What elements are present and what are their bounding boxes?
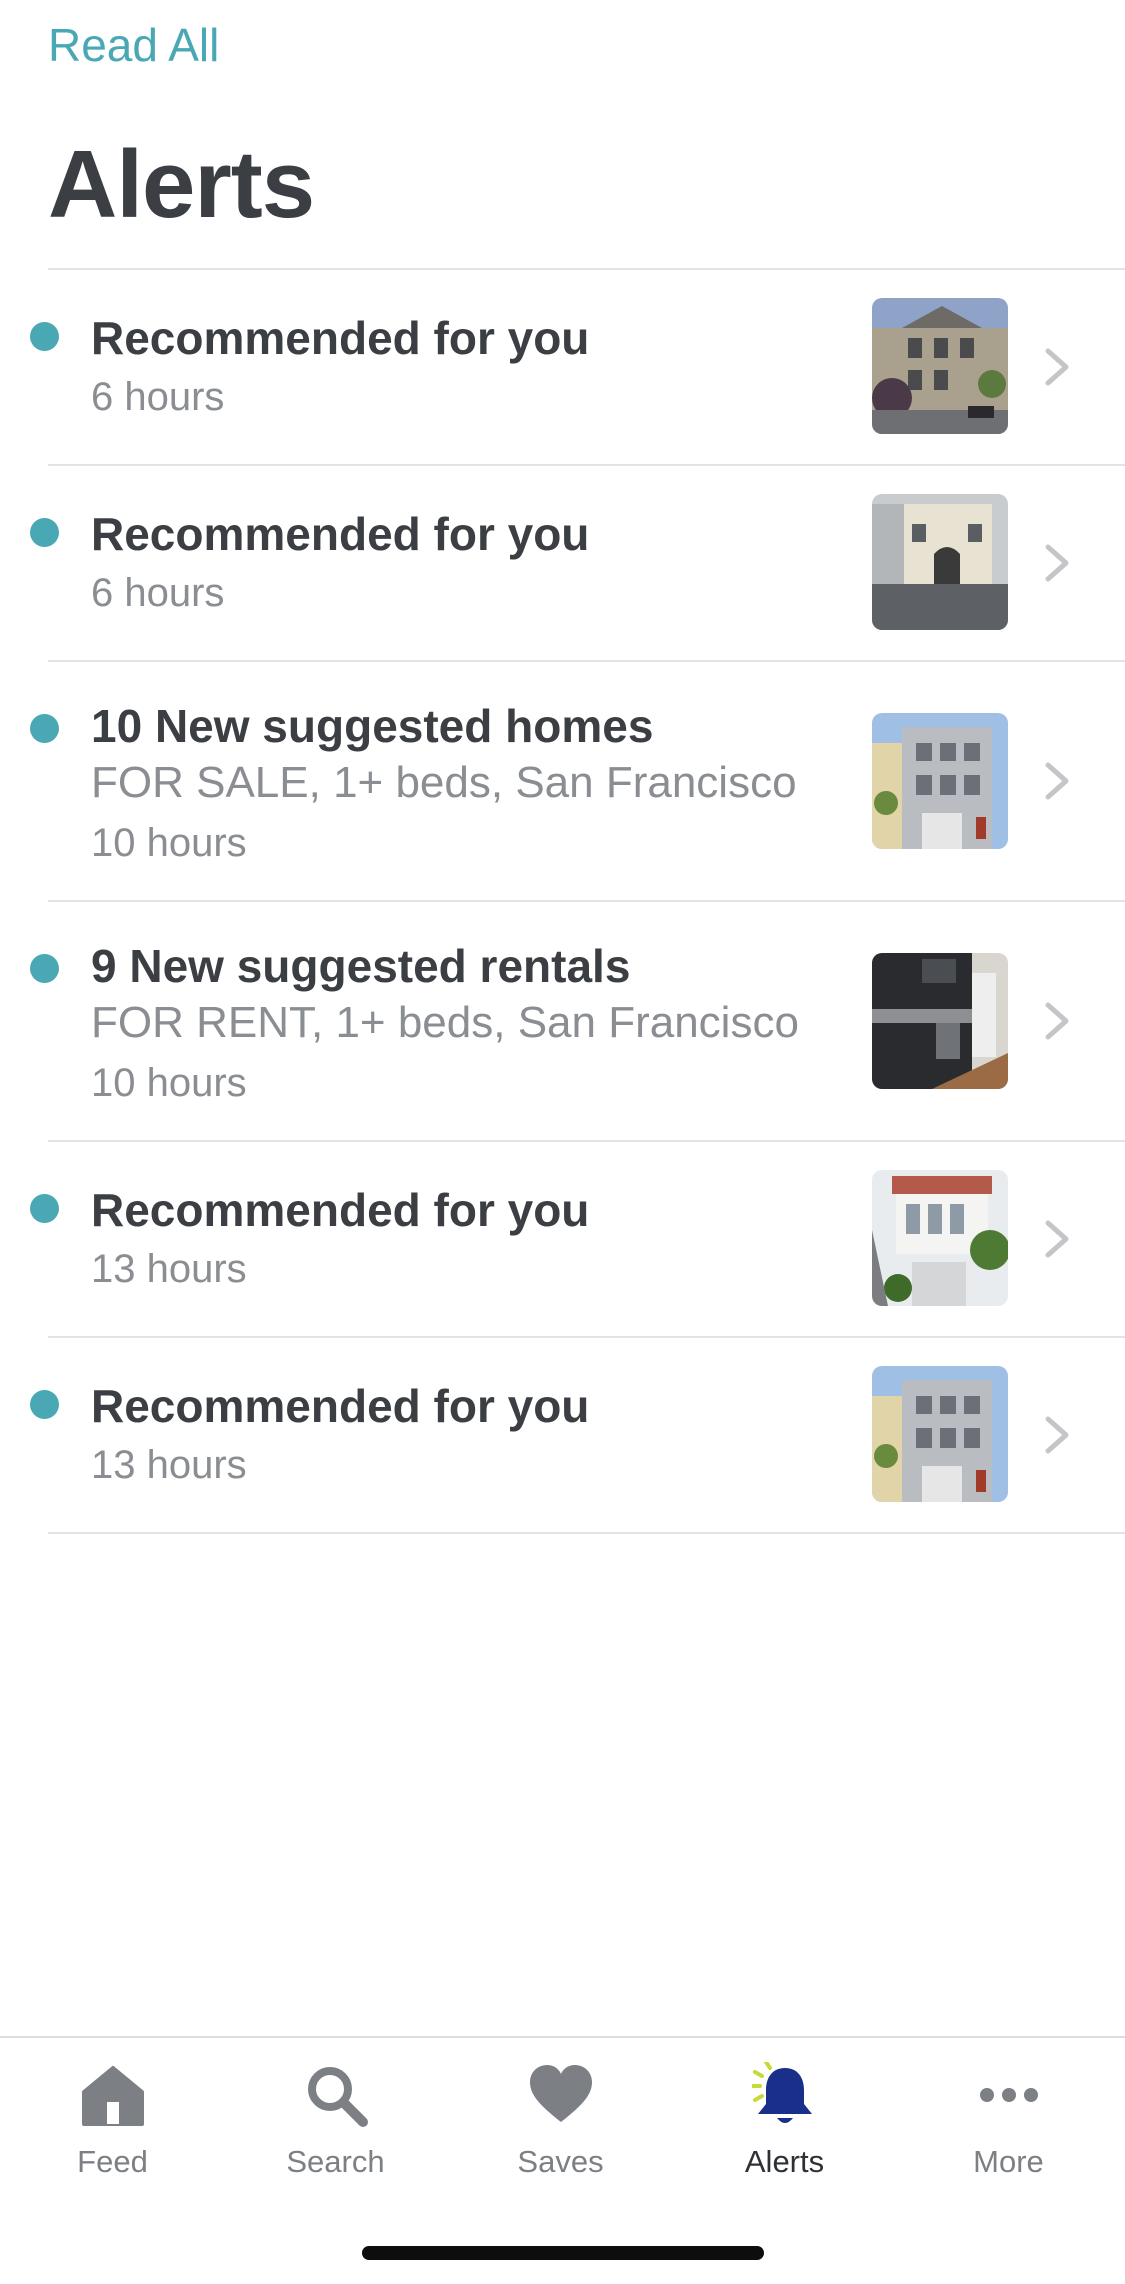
alert-text: Recommended for you 6 hours	[91, 310, 845, 428]
unread-dot	[30, 954, 59, 983]
alert-text: Recommended for you 6 hours	[91, 506, 845, 624]
chevron-right-icon	[1045, 544, 1069, 582]
listing-thumbnail	[872, 1170, 1008, 1306]
divider	[48, 1532, 1125, 1534]
alert-time: 10 hours	[91, 821, 247, 865]
alert-time: 13 hours	[91, 1247, 247, 1291]
alert-time: 6 hours	[91, 571, 225, 615]
alert-title: Recommended for you	[91, 1380, 590, 1432]
alert-time: 10 hours	[91, 1061, 247, 1105]
unread-dot	[30, 518, 59, 547]
alert-row[interactable]: Recommended for you 13 hours	[0, 1142, 1125, 1336]
alert-text: 10 New suggested homes FOR SALE, 1+ beds…	[91, 698, 845, 874]
tab-feed[interactable]: Feed	[0, 2038, 225, 2208]
tab-label: More	[973, 2144, 1044, 2179]
alert-row[interactable]: 9 New suggested rentals FOR RENT, 1+ bed…	[0, 902, 1125, 1140]
listing-thumbnail	[872, 494, 1008, 630]
tab-label: Feed	[77, 2144, 148, 2179]
alert-title: 10 New suggested homes	[91, 700, 654, 752]
unread-dot	[30, 322, 59, 351]
unread-dot	[30, 1194, 59, 1223]
alert-row[interactable]: 10 New suggested homes FOR SALE, 1+ beds…	[0, 662, 1125, 900]
chevron-right-icon	[1045, 1220, 1069, 1258]
alert-text: 9 New suggested rentals FOR RENT, 1+ bed…	[91, 938, 845, 1114]
alert-subtitle: FOR SALE, 1+ beds, San Francisco	[91, 758, 797, 807]
listing-thumbnail	[872, 1366, 1008, 1502]
heart-icon	[530, 2065, 592, 2122]
alert-title: Recommended for you	[91, 312, 590, 364]
chevron-right-icon	[1045, 1416, 1069, 1454]
alert-title: Recommended for you	[91, 1184, 590, 1236]
listing-thumbnail	[872, 298, 1008, 434]
alert-text: Recommended for you 13 hours	[91, 1378, 845, 1496]
page-title: Alerts	[48, 131, 315, 238]
tab-saves[interactable]: Saves	[448, 2038, 673, 2208]
alert-row[interactable]: Recommended for you 13 hours	[0, 1338, 1125, 1532]
tab-label: Alerts	[744, 2144, 825, 2179]
listing-thumbnail	[872, 953, 1008, 1089]
alert-time: 13 hours	[91, 1443, 247, 1487]
alert-title: 9 New suggested rentals	[91, 940, 631, 992]
tab-search[interactable]: Search	[223, 2038, 448, 2208]
tab-label: Search	[286, 2144, 385, 2179]
alerts-list: Recommended for you 6 hours Recommended …	[0, 268, 1125, 1534]
alert-row[interactable]: Recommended for you 6 hours	[0, 270, 1125, 464]
tab-more[interactable]: More	[896, 2038, 1121, 2208]
home-icon	[82, 2066, 144, 2126]
chevron-right-icon	[1045, 348, 1069, 386]
tab-label: Saves	[517, 2144, 604, 2179]
home-indicator	[362, 2246, 764, 2260]
more-icon	[980, 2088, 1038, 2102]
alert-row[interactable]: Recommended for you 6 hours	[0, 466, 1125, 660]
unread-dot	[30, 1390, 59, 1419]
search-icon	[308, 2067, 368, 2127]
tab-alerts[interactable]: Alerts	[672, 2038, 897, 2208]
chevron-right-icon	[1045, 1002, 1069, 1040]
alert-title: Recommended for you	[91, 508, 590, 560]
bell-icon	[752, 2062, 812, 2123]
chevron-right-icon	[1045, 762, 1069, 800]
alert-subtitle: FOR RENT, 1+ beds, San Francisco	[91, 998, 799, 1047]
listing-thumbnail	[872, 713, 1008, 849]
alerts-screen: Read All Alerts Recommended for you 6 ho…	[0, 0, 1125, 2284]
alert-text: Recommended for you 13 hours	[91, 1182, 845, 1300]
read-all-button[interactable]: Read All	[48, 18, 219, 72]
unread-dot	[30, 714, 59, 743]
alert-time: 6 hours	[91, 375, 225, 419]
